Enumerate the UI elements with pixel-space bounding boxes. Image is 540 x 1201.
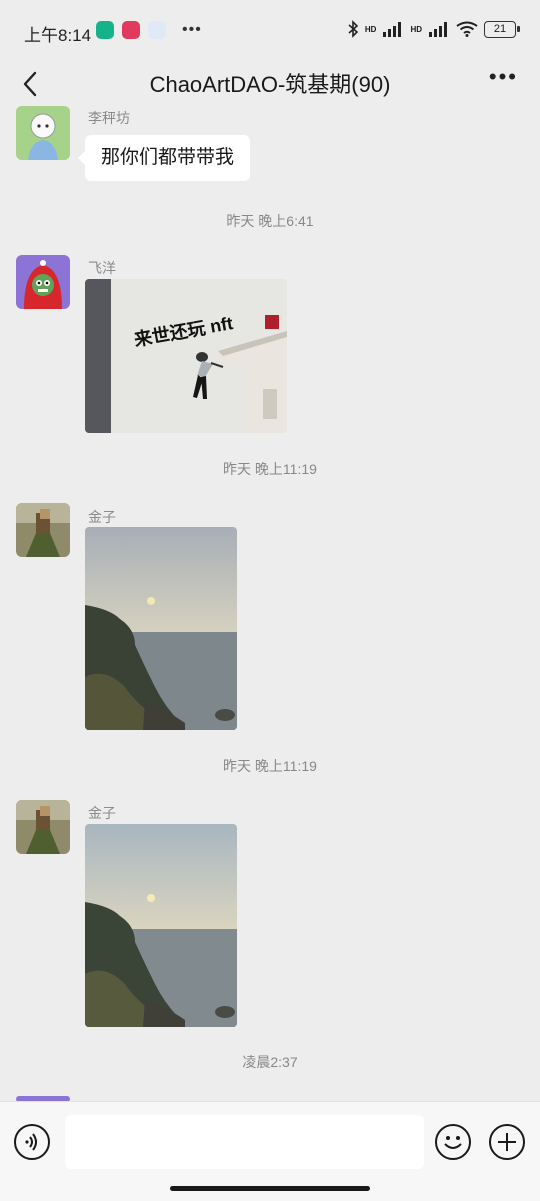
message-input[interactable]: [65, 1115, 424, 1169]
avatar[interactable]: [16, 255, 70, 309]
signal-icon-2: [429, 22, 447, 37]
timestamp: 凌晨2:37: [242, 1054, 298, 1070]
plus-icon[interactable]: [489, 1124, 525, 1160]
meme-image[interactable]: 来世还玩 nft: [85, 279, 287, 433]
wifi-icon: [456, 21, 478, 37]
status-bar: 上午8:14 ••• HD HD 21: [0, 0, 540, 62]
emoji-icon[interactable]: [435, 1124, 471, 1160]
app-notification-icon: [122, 21, 140, 39]
text-message[interactable]: 那你们都带带我: [77, 135, 251, 181]
sender-name: 金子: [88, 509, 116, 525]
more-dots-icon[interactable]: •••: [489, 64, 518, 90]
sender-name: 李秤坊: [88, 110, 130, 126]
timestamp: 昨天 晚上11:19: [223, 758, 317, 774]
hd-label-2: HD: [410, 24, 422, 34]
avatar[interactable]: [16, 106, 70, 160]
voice-icon[interactable]: [14, 1124, 50, 1160]
chat-title: ChaoArtDAO-筑基期(90): [149, 72, 391, 97]
signal-icon: [383, 22, 402, 37]
hd-label: HD: [364, 24, 377, 34]
timestamp: 昨天 晚上6:41: [226, 213, 314, 229]
photo-image[interactable]: [85, 527, 237, 730]
bluetooth-icon: [348, 20, 359, 38]
notification-icons: •••: [96, 21, 202, 39]
app-notification-icon: [148, 21, 166, 39]
avatar[interactable]: [16, 800, 70, 854]
battery-icon: 21: [484, 20, 520, 38]
home-indicator[interactable]: [170, 1186, 370, 1191]
chat-header: ChaoArtDAO-筑基期(90) •••: [0, 62, 540, 114]
avatar[interactable]: [16, 503, 70, 557]
status-right: HD HD 21: [347, 20, 520, 38]
more-notifications-icon: •••: [182, 21, 202, 38]
timestamp: 昨天 晚上11:19: [223, 461, 317, 477]
status-time: 上午8:14: [24, 26, 92, 45]
sender-name: 金子: [88, 805, 116, 821]
photo-image[interactable]: [85, 824, 237, 1027]
app-notification-icon: [96, 21, 114, 39]
battery-level: 21: [493, 23, 507, 35]
sender-name: 飞洋: [88, 260, 116, 276]
